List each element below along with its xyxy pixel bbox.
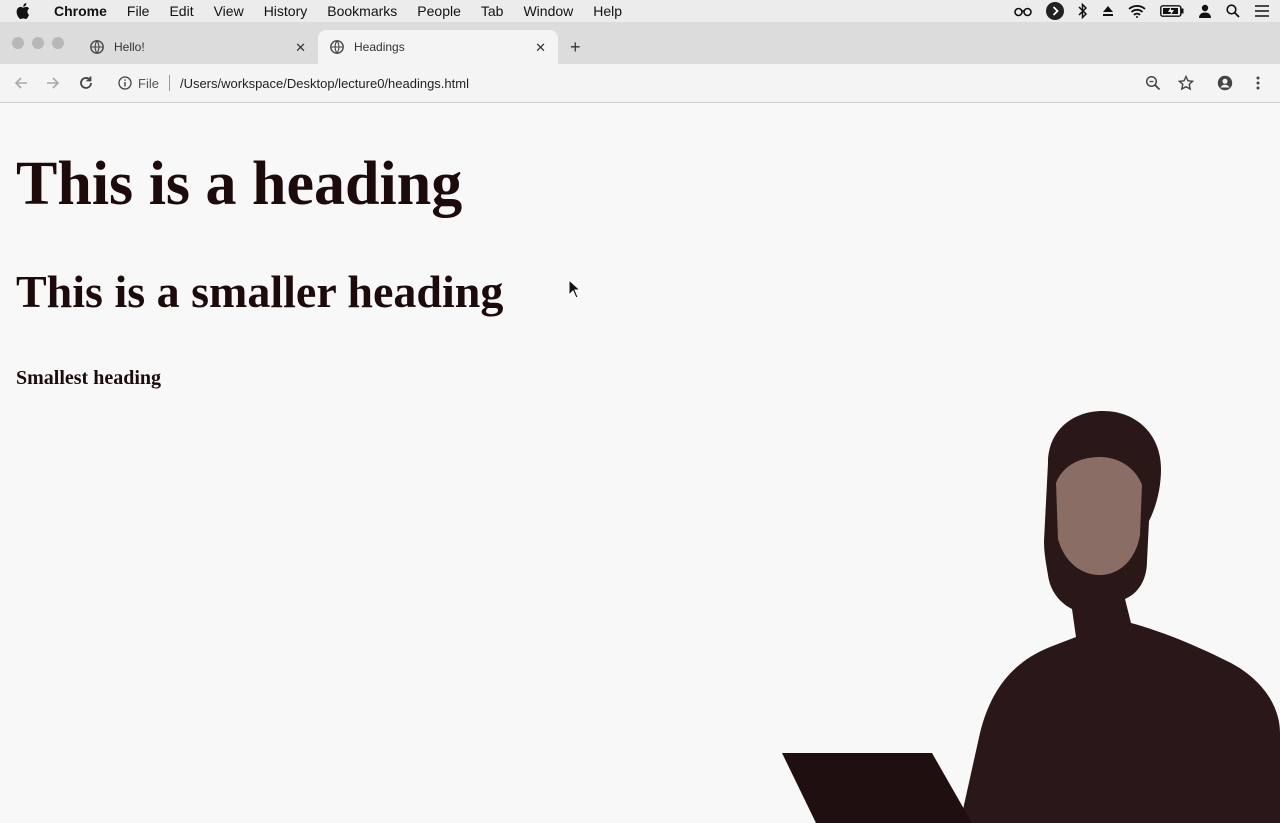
menu-history[interactable]: History	[264, 3, 308, 19]
menu-window[interactable]: Window	[523, 3, 573, 19]
scheme-label: File	[138, 75, 159, 91]
more-menu-icon[interactable]	[1250, 75, 1266, 91]
globe-icon	[90, 40, 104, 54]
mouse-cursor-icon	[568, 279, 582, 299]
minimize-window-button[interactable]	[32, 37, 44, 49]
heading-level-6: Smallest heading	[16, 367, 162, 389]
reader-glasses-icon[interactable]	[1014, 5, 1032, 17]
menu-edit[interactable]: Edit	[169, 3, 193, 19]
info-icon[interactable]	[118, 76, 132, 90]
zoom-window-button[interactable]	[52, 37, 64, 49]
menu-bookmarks[interactable]: Bookmarks	[327, 3, 397, 19]
bookmark-star-icon[interactable]	[1178, 75, 1194, 91]
tab-hello[interactable]: Hello! ✕	[78, 30, 318, 64]
heading-level-1: This is a heading	[16, 150, 463, 218]
url-text[interactable]: /Users/workspace/Desktop/lecture0/headin…	[180, 76, 469, 91]
spotlight-search-icon[interactable]	[1226, 4, 1240, 18]
page-viewport: This is a heading This is a smaller head…	[0, 103, 1280, 823]
menu-help[interactable]: Help	[593, 3, 622, 19]
wifi-icon[interactable]	[1128, 4, 1146, 18]
presenter-video-overlay	[782, 411, 1280, 823]
close-tab-icon[interactable]: ✕	[535, 40, 546, 56]
forward-icon[interactable]	[45, 75, 61, 91]
macos-menu-bar: Chrome File Edit View History Bookmarks …	[0, 0, 1280, 22]
play-circle-icon[interactable]	[1046, 2, 1064, 20]
tab-headings[interactable]: Headings ✕	[318, 30, 558, 64]
zoom-icon[interactable]	[1145, 75, 1161, 91]
menu-tab[interactable]: Tab	[481, 3, 504, 19]
apple-icon[interactable]	[16, 3, 38, 19]
list-icon[interactable]	[1254, 4, 1270, 18]
heading-level-2: This is a smaller heading	[16, 266, 504, 317]
battery-icon[interactable]	[1160, 5, 1184, 17]
menu-people[interactable]: People	[417, 3, 461, 19]
browser-toolbar: File /Users/workspace/Desktop/lecture0/h…	[0, 64, 1280, 103]
close-window-button[interactable]	[12, 37, 24, 49]
user-icon[interactable]	[1198, 4, 1212, 18]
tab-strip: Hello! ✕ Headings ✕ +	[0, 22, 1280, 64]
menu-app-chrome[interactable]: Chrome	[54, 3, 107, 19]
address-separator	[168, 75, 170, 91]
close-tab-icon[interactable]: ✕	[295, 40, 306, 56]
menu-file[interactable]: File	[127, 3, 150, 19]
tab-title: Headings	[354, 40, 405, 54]
back-icon[interactable]	[13, 75, 29, 91]
address-bar[interactable]: File /Users/workspace/Desktop/lecture0/h…	[106, 70, 1246, 96]
tab-title: Hello!	[114, 40, 145, 54]
reload-icon[interactable]	[78, 75, 94, 91]
bluetooth-icon[interactable]	[1078, 3, 1088, 19]
new-tab-button[interactable]: +	[570, 37, 581, 58]
menu-view[interactable]: View	[214, 3, 244, 19]
menubar-status-area	[1014, 0, 1270, 22]
eject-icon[interactable]	[1102, 5, 1114, 17]
globe-icon	[330, 40, 344, 54]
profile-icon[interactable]	[1217, 75, 1233, 91]
